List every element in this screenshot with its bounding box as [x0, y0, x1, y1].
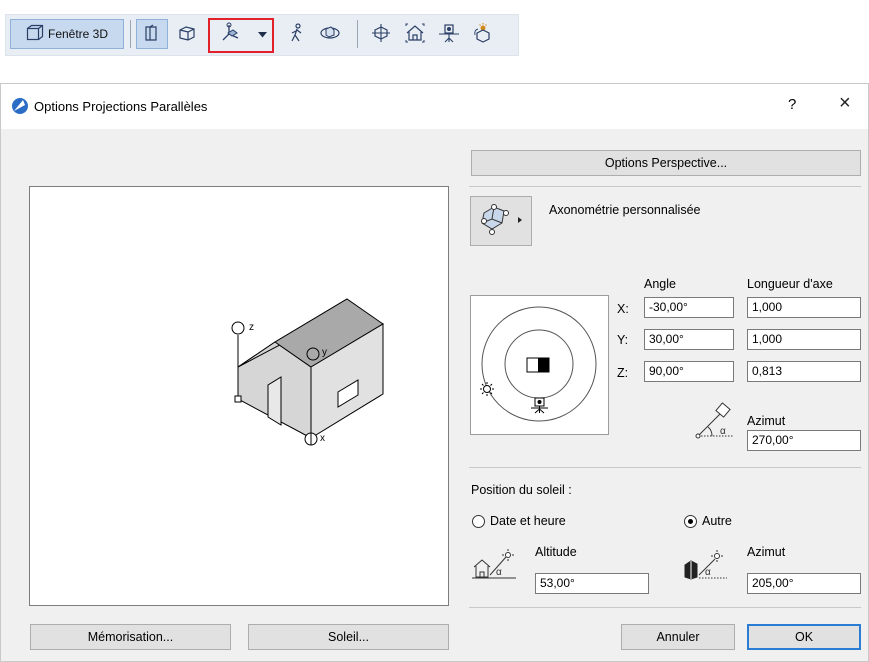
- angle-header: Angle: [644, 277, 676, 291]
- camera-azimuth-label: Azimut: [747, 414, 786, 428]
- projection-preview: z y x: [29, 186, 449, 606]
- camera-azimuth-icon: α: [694, 402, 740, 443]
- axis-y-label: Y:: [617, 333, 629, 347]
- sun-marker-icon: [480, 382, 494, 396]
- axis-y-length-field[interactable]: 1,000: [747, 329, 861, 350]
- orbit-button[interactable]: [315, 19, 345, 49]
- x-axis-label: x: [320, 433, 325, 444]
- y-axis-label: y: [322, 347, 327, 358]
- house-view-icon: [404, 23, 426, 46]
- parallel-projection-dialog: Options Projections Parallèles ? × z y x…: [0, 83, 869, 662]
- divider: [469, 467, 861, 468]
- help-button[interactable]: ?: [788, 96, 796, 113]
- sun-azimuth-icon: α: [681, 545, 729, 586]
- 3d-window-button[interactable]: Fenêtre 3D: [10, 19, 124, 49]
- dialog-title: Options Projections Parallèles: [34, 99, 208, 114]
- 3d-window-icon: [26, 24, 44, 45]
- house-preview-icon: z y x: [231, 298, 384, 446]
- parallel-view-button[interactable]: [136, 19, 168, 49]
- svg-text:α: α: [496, 567, 502, 578]
- grid-object-icon: [371, 23, 391, 46]
- camera-azimuth-field[interactable]: 270,00°: [747, 430, 861, 451]
- walk-mode-button[interactable]: [283, 19, 311, 49]
- divider: [469, 607, 861, 608]
- highlight-box: [208, 18, 274, 53]
- date-time-label: Date et heure: [490, 514, 566, 528]
- svg-text:α: α: [720, 426, 726, 437]
- perspective-view-button[interactable]: [172, 19, 202, 49]
- perspective-options-button[interactable]: Options Perspective...: [471, 150, 861, 176]
- toolbar-separator: [357, 20, 358, 48]
- axis-x-angle-field[interactable]: -30,00°: [644, 297, 734, 318]
- axis-length-header: Longueur d'axe: [747, 277, 833, 291]
- svg-text:α: α: [705, 567, 711, 578]
- projection-type-button[interactable]: [470, 196, 532, 246]
- close-button[interactable]: ×: [839, 92, 851, 115]
- camera-button[interactable]: [434, 19, 464, 49]
- sun-altitude-icon: α: [470, 545, 518, 586]
- 3d-window-label: Fenêtre 3D: [47, 27, 109, 41]
- sun-position-title: Position du soleil :: [471, 483, 572, 497]
- wall-section-icon: [143, 24, 161, 45]
- memorize-button[interactable]: Mémorisation...: [30, 624, 231, 650]
- orbit-icon: [319, 23, 341, 46]
- sun-rotate-button[interactable]: [468, 19, 498, 49]
- archicad-logo-icon: [11, 97, 29, 118]
- sun-azimuth-field[interactable]: 205,00°: [747, 573, 861, 594]
- projection-type-label: Axonométrie personnalisée: [549, 203, 701, 217]
- date-time-radio[interactable]: [472, 515, 485, 528]
- axis-z-label: Z:: [617, 366, 629, 380]
- dialog-titlebar: Options Projections Parallèles ? ×: [1, 84, 868, 129]
- sun-azimuth-label: Azimut: [747, 545, 786, 559]
- cancel-button[interactable]: Annuler: [621, 624, 735, 650]
- sun-rotate-icon: [472, 22, 494, 46]
- box-icon: [178, 24, 196, 45]
- axis-z-angle-field[interactable]: 90,00°: [644, 361, 734, 382]
- walker-icon: [288, 22, 306, 46]
- sun-button[interactable]: Soleil...: [248, 624, 449, 650]
- axis-z-length-field[interactable]: 0,813: [747, 361, 861, 382]
- fit-in-window-button[interactable]: [366, 19, 396, 49]
- other-radio[interactable]: [684, 515, 697, 528]
- toolbar-separator: [130, 20, 131, 48]
- toolbar-area: Fenêtre 3D: [0, 0, 545, 68]
- axis-x-length-field[interactable]: 1,000: [747, 297, 861, 318]
- ok-button[interactable]: OK: [747, 624, 861, 650]
- other-label: Autre: [702, 514, 732, 528]
- z-axis-label: z: [249, 322, 254, 333]
- camera-marker-icon: [531, 397, 548, 414]
- altitude-field[interactable]: 53,00°: [535, 573, 649, 594]
- divider: [469, 186, 861, 187]
- camera-icon: [438, 23, 460, 46]
- axonometry-type-icon: [476, 199, 526, 244]
- axis-x-label: X:: [617, 302, 629, 316]
- axes-dial[interactable]: [470, 295, 609, 435]
- axis-y-angle-field[interactable]: 30,00°: [644, 329, 734, 350]
- home-view-button[interactable]: [400, 19, 430, 49]
- altitude-label: Altitude: [535, 545, 577, 559]
